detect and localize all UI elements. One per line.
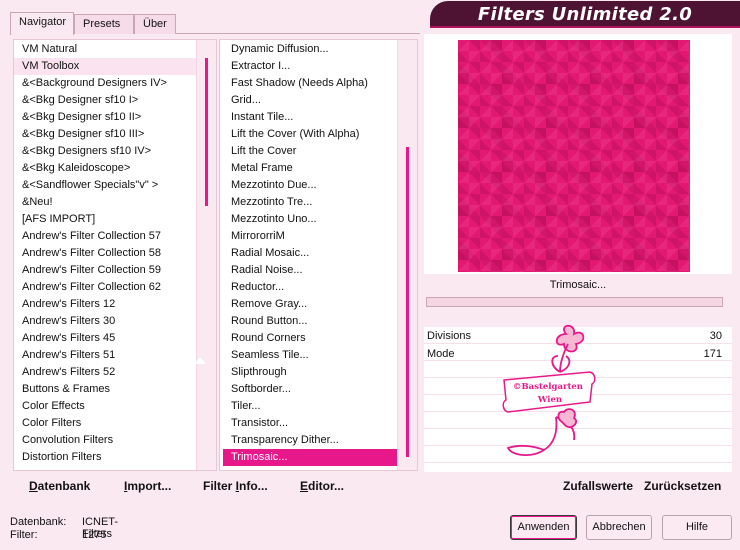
tab-presets[interactable]: Presets [74, 14, 134, 34]
filter-item[interactable]: Reductor... [223, 279, 417, 296]
filter-item[interactable]: Metal Frame [223, 160, 417, 177]
category-item[interactable]: &<Bkg Designer sf10 III> [14, 126, 216, 143]
category-item[interactable]: Andrew's Filter Collection 57 [14, 228, 216, 245]
filter-scroll-thumb[interactable] [406, 147, 409, 457]
filter-item[interactable]: Lift the Cover (With Alpha) [223, 126, 417, 143]
category-item[interactable]: &<Bkg Designer sf10 I> [14, 92, 216, 109]
editor-button-label: ditor... [308, 479, 345, 493]
filter-item[interactable]: Mezzotinto Tre... [223, 194, 417, 211]
param-divisions-label: Divisions [427, 330, 472, 342]
filter-info-button[interactable]: Filter Info... [203, 479, 268, 493]
filter-info-button-label: nfo... [239, 479, 268, 493]
filter-item[interactable]: Radial Mosaic... [223, 245, 417, 262]
title-banner: Filters Unlimited 2.0 [430, 1, 740, 28]
reset-button[interactable]: Zurücksetzen [644, 479, 721, 493]
database-button-accel: D [29, 479, 38, 493]
apply-button[interactable]: Anwenden [510, 515, 577, 540]
filter-item[interactable]: Mezzotinto Due... [223, 177, 417, 194]
watermark-logo: ©Bastelgarten Wien [498, 322, 602, 466]
filter-item[interactable]: Dynamic Diffusion... [223, 41, 417, 58]
category-item[interactable]: Distortion Filters [14, 449, 216, 466]
filter-item[interactable]: Lift the Cover [223, 143, 417, 160]
category-item[interactable]: Color Filters [14, 415, 216, 432]
tab-navigator[interactable]: Navigator [10, 12, 74, 35]
filter-item[interactable]: Round Corners [223, 330, 417, 347]
watermark-text-1: ©Bastelgarten [513, 382, 583, 392]
filter-scrollbar[interactable] [397, 40, 417, 470]
editor-button[interactable]: Editor... [300, 479, 344, 493]
filter-item[interactable]: Instant Tile... [223, 109, 417, 126]
status-filter: Filter: 1275 [10, 529, 106, 541]
filter-item[interactable]: Softborder... [223, 381, 417, 398]
filter-item[interactable]: Seamless Tile... [223, 347, 417, 364]
app-title: Filters Unlimited 2.0 [477, 4, 693, 25]
preview-image[interactable] [458, 40, 690, 272]
filter-item[interactable]: Transistor... [223, 415, 417, 432]
watermark-text-2: Wien [537, 395, 562, 405]
category-item[interactable]: Andrew's Filters 51 [14, 347, 216, 364]
category-item[interactable]: Andrew's Filters 52 [14, 364, 216, 381]
import-button-label: mport... [127, 479, 172, 493]
category-item[interactable]: &<Bkg Designers sf10 IV> [14, 143, 216, 160]
param-divisions-value: 30 [709, 330, 722, 342]
database-button-label: atenbank [37, 479, 91, 493]
help-button[interactable]: Hilfe [662, 515, 732, 540]
filter-item[interactable]: Mezzotinto Uno... [223, 211, 417, 228]
filter-item[interactable]: MirrororriM [223, 228, 417, 245]
category-item[interactable]: Andrew's Filters 45 [14, 330, 216, 347]
cancel-button[interactable]: Abbrechen [586, 515, 652, 540]
category-item[interactable]: &<Bkg Designer sf10 II> [14, 109, 216, 126]
status-filter-label: Filter: [10, 529, 38, 541]
flower-watermark-icon: ©Bastelgarten Wien [502, 324, 596, 456]
category-item[interactable]: Andrew's Filter Collection 58 [14, 245, 216, 262]
category-item[interactable]: &<Sandflower Specials"v" > [14, 177, 216, 194]
filter-item[interactable]: Extractor I... [223, 58, 417, 75]
random-values-button[interactable]: Zufallswerte [563, 479, 633, 493]
filter-item[interactable]: Transparency Dither... [223, 432, 417, 449]
category-item[interactable]: &<Background Designers IV> [14, 75, 216, 92]
category-item[interactable]: VM Toolbox [14, 58, 216, 75]
filter-info-button-pre: Filter [203, 479, 236, 493]
filter-item[interactable]: Fast Shadow (Needs Alpha) [223, 75, 417, 92]
status-filter-value: 1275 [82, 529, 107, 541]
filter-item[interactable]: Grid... [223, 92, 417, 109]
category-item[interactable]: VM Natural [14, 41, 216, 58]
param-mode-value: 171 [703, 348, 722, 360]
filter-item[interactable]: Trimosaic... [223, 449, 417, 466]
editor-button-accel: E [300, 479, 309, 493]
category-item[interactable]: Andrew's Filters 30 [14, 313, 216, 330]
preview-filter-name: Trimosaic... [549, 279, 607, 291]
import-button[interactable]: Import... [124, 479, 171, 493]
category-item[interactable]: Buttons & Frames [14, 381, 216, 398]
filter-item[interactable]: Remove Gray... [223, 296, 417, 313]
category-item[interactable]: Andrew's Filters 12 [14, 296, 216, 313]
status-database-label: Datenbank: [10, 516, 67, 528]
slider-marker [194, 357, 206, 364]
category-item[interactable]: Color Effects [14, 398, 216, 415]
category-scrollbar[interactable] [196, 40, 216, 470]
filter-item[interactable]: Tiler... [223, 398, 417, 415]
filter-list[interactable]: Dynamic Diffusion... Extractor I... Fast S… [219, 39, 418, 471]
progress-bar [426, 297, 723, 307]
category-scroll-thumb[interactable] [205, 58, 208, 206]
status-database: Datenbank: ICNET-Filters [10, 516, 118, 540]
category-item[interactable]: Andrew's Filter Collection 59 [14, 262, 216, 279]
filter-item[interactable]: Slipthrough [223, 364, 417, 381]
category-item[interactable]: Andrew's Filter Collection 62 [14, 279, 216, 296]
category-list[interactable]: VM Natural VM Toolbox &<Background Designe… [13, 39, 217, 471]
category-item[interactable]: Convolution Filters [14, 432, 216, 449]
category-item[interactable]: &<Bkg Kaleidoscope> [14, 160, 216, 177]
tab-about[interactable]: Über [134, 14, 176, 34]
category-item[interactable]: &Neu! [14, 194, 216, 211]
param-mode-label: Mode [427, 348, 455, 360]
filter-item[interactable]: Round Button... [223, 313, 417, 330]
database-button[interactable]: Datenbank [29, 479, 90, 493]
category-item[interactable]: [AFS IMPORT] [14, 211, 216, 228]
filter-item[interactable]: Radial Noise... [223, 262, 417, 279]
